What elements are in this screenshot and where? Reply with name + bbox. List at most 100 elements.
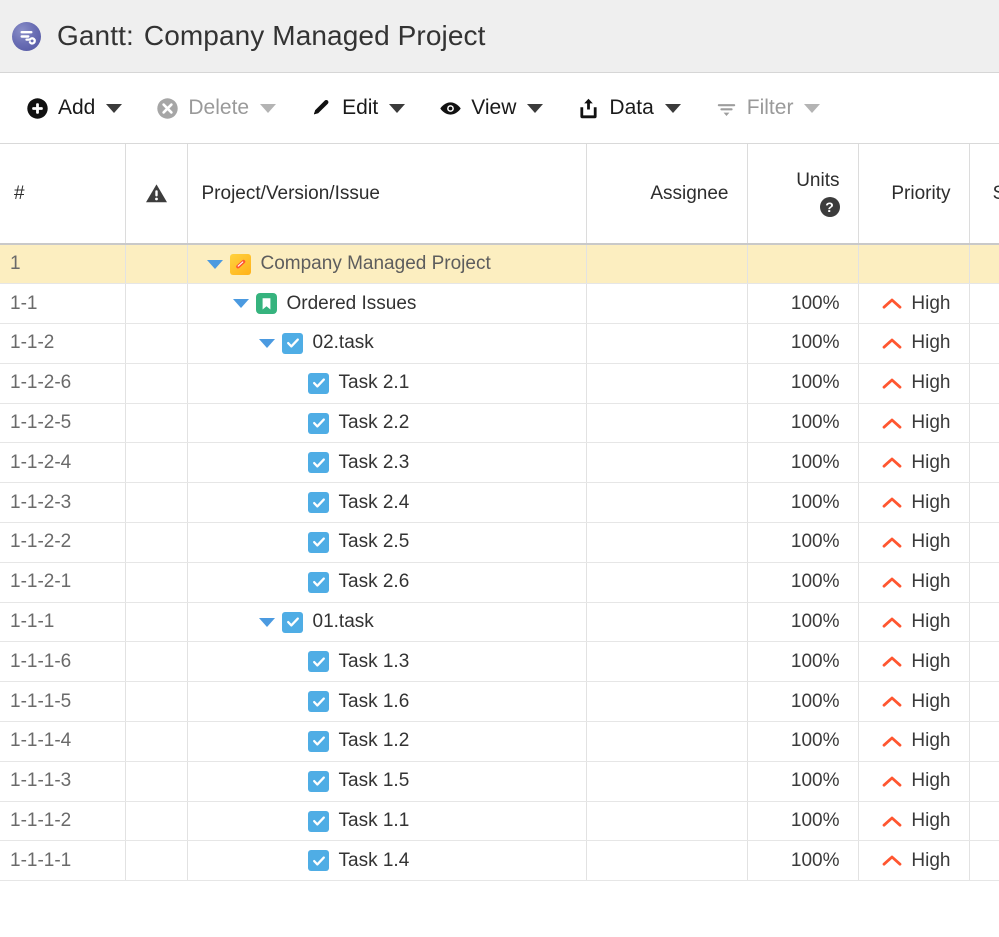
table-row[interactable]: 1-1-1-6 Task 1.3 100% High	[0, 641, 999, 683]
cell-name[interactable]: Task 2.2	[187, 403, 587, 444]
column-header-number[interactable]: #	[0, 144, 126, 245]
cell-assignee[interactable]	[586, 363, 748, 404]
cell-units[interactable]: 100%	[747, 840, 859, 882]
cell-name[interactable]: 02.task	[187, 323, 587, 364]
cell-name[interactable]: Task 1.1	[187, 801, 587, 842]
toolbar-edit-button[interactable]: Edit	[293, 73, 422, 143]
cell-priority[interactable]: High	[858, 403, 970, 444]
cell-name[interactable]: Task 2.4	[187, 482, 587, 524]
chevron-down-icon[interactable]	[664, 103, 681, 113]
cell-assignee[interactable]	[586, 681, 748, 723]
row-twisty-expanded[interactable]	[202, 259, 228, 269]
cell-status[interactable]	[969, 721, 999, 762]
table-row[interactable]: 1-1-2-1 Task 2.6 100% High	[0, 562, 999, 603]
cell-units[interactable]: 100%	[747, 761, 859, 802]
table-row[interactable]: 1-1-2-2 Task 2.5 100% High	[0, 522, 999, 563]
table-row[interactable]: 1-1-1 01.task 100% High	[0, 602, 999, 643]
cell-status[interactable]	[969, 801, 999, 842]
cell-assignee[interactable]	[586, 244, 748, 285]
cell-assignee[interactable]	[586, 323, 748, 364]
cell-name[interactable]: Company Managed Project	[187, 244, 587, 285]
cell-assignee[interactable]	[586, 442, 748, 484]
cell-name[interactable]: Task 1.6	[187, 681, 587, 723]
cell-warning[interactable]	[125, 840, 188, 882]
cell-assignee[interactable]	[586, 761, 748, 802]
cell-units[interactable]: 100%	[747, 323, 859, 364]
cell-name[interactable]: Task 2.6	[187, 562, 587, 603]
cell-priority[interactable]: High	[858, 283, 970, 325]
chevron-down-icon[interactable]	[389, 103, 406, 113]
cell-priority[interactable]: High	[858, 522, 970, 563]
cell-priority[interactable]: High	[858, 721, 970, 762]
cell-units[interactable]: 100%	[747, 522, 859, 563]
cell-status[interactable]	[969, 283, 999, 325]
cell-warning[interactable]	[125, 761, 188, 802]
cell-priority[interactable]: High	[858, 442, 970, 484]
column-header-units[interactable]: Units ?	[747, 144, 859, 245]
cell-assignee[interactable]	[586, 641, 748, 683]
cell-warning[interactable]	[125, 602, 188, 643]
column-header-status[interactable]: Status	[969, 144, 999, 245]
chevron-down-icon[interactable]	[527, 103, 544, 113]
cell-status[interactable]	[969, 681, 999, 723]
toolbar-add-button[interactable]: Add	[0, 73, 139, 143]
cell-status[interactable]	[969, 602, 999, 643]
cell-name[interactable]: Task 1.3	[187, 641, 587, 683]
cell-assignee[interactable]	[586, 403, 748, 444]
cell-name[interactable]: Task 1.2	[187, 721, 587, 762]
column-header-warning[interactable]	[125, 144, 188, 245]
cell-units[interactable]	[747, 244, 859, 285]
cell-status[interactable]	[969, 442, 999, 484]
chevron-down-icon[interactable]	[106, 103, 123, 113]
cell-units[interactable]: 100%	[747, 562, 859, 603]
cell-priority[interactable]: High	[858, 363, 970, 404]
cell-priority[interactable]: High	[858, 602, 970, 643]
cell-assignee[interactable]	[586, 562, 748, 603]
cell-priority[interactable]: High	[858, 681, 970, 723]
cell-units[interactable]: 100%	[747, 403, 859, 444]
row-twisty-expanded[interactable]	[254, 338, 280, 348]
cell-assignee[interactable]	[586, 602, 748, 643]
cell-priority[interactable]: High	[858, 761, 970, 802]
cell-units[interactable]: 100%	[747, 442, 859, 484]
cell-status[interactable]	[969, 641, 999, 683]
table-row[interactable]: 1-1-2-6 Task 2.1 100% High	[0, 363, 999, 404]
cell-name[interactable]: Task 2.5	[187, 522, 587, 563]
table-row[interactable]: 1-1-1-1 Task 1.4 100% High	[0, 840, 999, 882]
table-row[interactable]: 1-1-2-5 Task 2.2 100% High	[0, 403, 999, 444]
table-row[interactable]: 1-1-2-3 Task 2.4 100% High	[0, 482, 999, 524]
cell-assignee[interactable]	[586, 801, 748, 842]
cell-units[interactable]: 100%	[747, 801, 859, 842]
cell-units[interactable]: 100%	[747, 721, 859, 762]
cell-name[interactable]: Task 2.1	[187, 363, 587, 404]
cell-priority[interactable]: High	[858, 641, 970, 683]
cell-warning[interactable]	[125, 283, 188, 325]
cell-units[interactable]: 100%	[747, 283, 859, 325]
cell-warning[interactable]	[125, 403, 188, 444]
cell-units[interactable]: 100%	[747, 363, 859, 404]
cell-warning[interactable]	[125, 442, 188, 484]
cell-assignee[interactable]	[586, 283, 748, 325]
cell-status[interactable]	[969, 840, 999, 882]
table-row[interactable]: 1-1-1-2 Task 1.1 100% High	[0, 801, 999, 842]
toolbar-data-button[interactable]: Data	[560, 73, 697, 143]
cell-warning[interactable]	[125, 482, 188, 524]
cell-priority[interactable]: High	[858, 323, 970, 364]
cell-units[interactable]: 100%	[747, 482, 859, 524]
toolbar-filter-button[interactable]: Filter	[698, 73, 838, 143]
cell-name[interactable]: 01.task	[187, 602, 587, 643]
cell-name[interactable]: Task 2.3	[187, 442, 587, 484]
cell-priority[interactable]	[858, 244, 970, 285]
cell-priority[interactable]: High	[858, 562, 970, 603]
cell-status[interactable]	[969, 482, 999, 524]
cell-units[interactable]: 100%	[747, 641, 859, 683]
cell-warning[interactable]	[125, 323, 188, 364]
table-row[interactable]: 1-1-1-4 Task 1.2 100% High	[0, 721, 999, 762]
cell-units[interactable]: 100%	[747, 681, 859, 723]
cell-priority[interactable]: High	[858, 840, 970, 882]
chevron-down-icon[interactable]	[804, 103, 821, 113]
cell-warning[interactable]	[125, 363, 188, 404]
cell-warning[interactable]	[125, 681, 188, 723]
cell-priority[interactable]: High	[858, 801, 970, 842]
cell-warning[interactable]	[125, 522, 188, 563]
